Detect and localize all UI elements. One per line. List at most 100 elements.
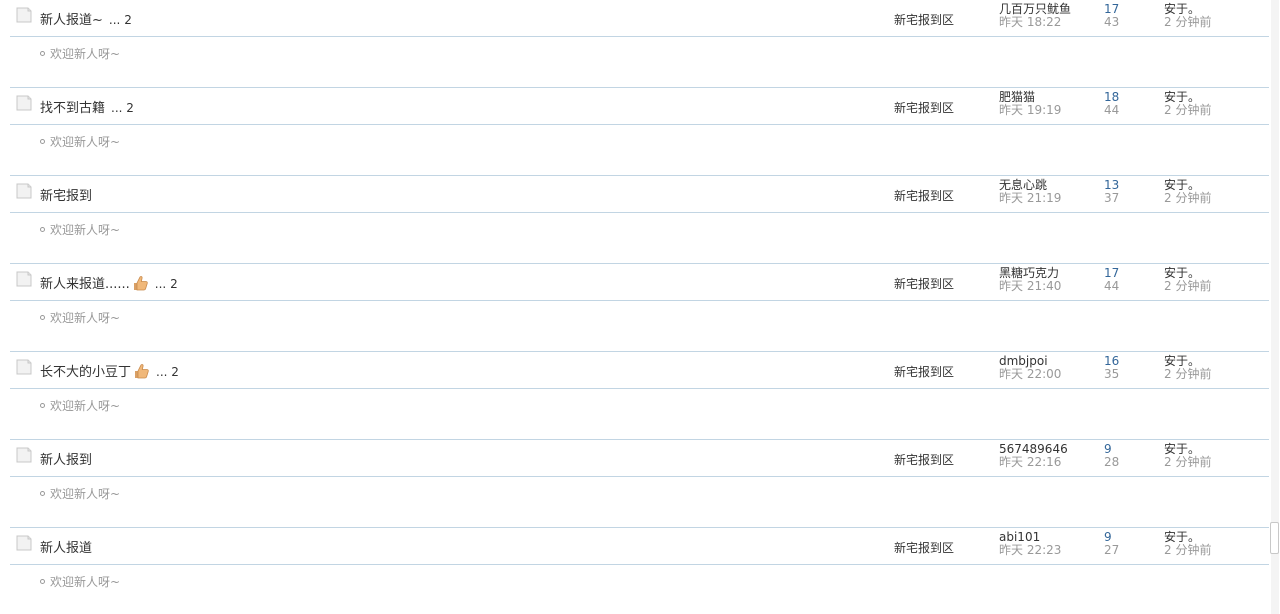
page-link[interactable]: 2	[170, 277, 178, 291]
page-link[interactable]: 2	[124, 13, 132, 27]
author-post-time: 昨天 22:16	[999, 455, 1062, 469]
author-post-time: 昨天 21:19	[999, 191, 1062, 205]
thread-stats: 9 28	[1104, 443, 1144, 469]
folder-icon[interactable]	[16, 271, 32, 287]
thread-item: 新人来报道......... 2 新宅报到区 黑糖巧克力 昨天 21:40 17 44 安于…	[10, 264, 1269, 352]
thread-title-wrap: 新人报到	[40, 449, 92, 468]
thread-row: 长不大的小豆丁... 2 新宅报到区 dmbjpoi 昨天 22:00 16 35 安于。 2…	[10, 352, 1269, 389]
thread-title-link[interactable]: 新人报道~	[40, 13, 103, 28]
thread-last-post: 安于。 2 分钟前	[1164, 355, 1264, 381]
thumbs-up-icon	[131, 274, 149, 292]
last-post-time-link[interactable]: 2 分钟前	[1164, 16, 1264, 29]
reply-preview-text: 欢迎新人呀~	[40, 573, 120, 590]
folder-icon[interactable]	[16, 535, 32, 551]
last-post-time-link[interactable]: 2 分钟前	[1164, 456, 1264, 469]
thread-item: 新人报道 新宅报到区 abi101 昨天 22:23 9 27 安于。 2 分钟前欢迎新人呀~	[10, 528, 1269, 614]
page-link[interactable]: 2	[126, 101, 134, 115]
thread-author: 无息心跳 昨天 21:19	[999, 179, 1099, 205]
pages-ellipsis: ...	[156, 365, 168, 379]
last-post-time-link[interactable]: 2 分钟前	[1164, 104, 1264, 117]
bullet-icon	[40, 579, 45, 584]
page-link[interactable]: 2	[171, 365, 179, 379]
bullet-icon	[40, 227, 45, 232]
author-post-time: 昨天 22:00	[999, 367, 1062, 381]
author-post-time: 昨天 18:22	[999, 15, 1062, 29]
last-post-time-link[interactable]: 2 分钟前	[1164, 192, 1264, 205]
thread-title-wrap: 新人报道	[40, 537, 92, 556]
thread-reply-preview: 欢迎新人呀~	[10, 213, 1269, 264]
bullet-icon	[40, 315, 45, 320]
thread-row: 找不到古籍... 2 新宅报到区 肥猫猫 昨天 19:19 18 44 安于。 2 分钟前	[10, 88, 1269, 125]
thread-title-link[interactable]: 新人来报道......	[40, 277, 130, 292]
thread-forum-link[interactable]: 新宅报到区	[894, 275, 954, 292]
thread-list: 新人报道~... 2 新宅报到区 几百万只鱿鱼 昨天 18:22 17 43 安于。 2 分钟…	[10, 0, 1269, 614]
thread-title-wrap: 找不到古籍... 2	[40, 97, 134, 116]
thread-stats: 9 27	[1104, 531, 1144, 557]
last-post-time-link[interactable]: 2 分钟前	[1164, 280, 1264, 293]
thread-row: 新人报道~... 2 新宅报到区 几百万只鱿鱼 昨天 18:22 17 43 安于。 2 分钟…	[10, 0, 1269, 37]
last-post-time-link[interactable]: 2 分钟前	[1164, 368, 1264, 381]
thread-item: 新人报道~... 2 新宅报到区 几百万只鱿鱼 昨天 18:22 17 43 安于。 2 分钟…	[10, 0, 1269, 88]
author-post-time: 昨天 19:19	[999, 103, 1062, 117]
author-post-time: 昨天 21:40	[999, 279, 1062, 293]
thread-reply-preview: 欢迎新人呀~	[10, 37, 1269, 88]
bullet-icon	[40, 51, 45, 56]
thread-stats: 13 37	[1104, 179, 1144, 205]
thread-stats: 18 44	[1104, 91, 1144, 117]
folder-icon[interactable]	[16, 95, 32, 111]
thread-item: 新人报到 新宅报到区 567489646 昨天 22:16 9 28 安于。 2 分钟前欢迎新…	[10, 440, 1269, 528]
thread-forum-link[interactable]: 新宅报到区	[894, 451, 954, 468]
view-count: 28	[1104, 455, 1120, 469]
reply-preview-label: 欢迎新人呀~	[50, 135, 121, 149]
scrollbar[interactable]	[1270, 0, 1280, 614]
thread-title-link[interactable]: 新人报到	[40, 453, 92, 468]
thread-stats: 17 43	[1104, 3, 1144, 29]
reply-preview-text: 欢迎新人呀~	[40, 133, 120, 150]
thread-reply-preview: 欢迎新人呀~	[10, 477, 1269, 528]
thread-stats: 17 44	[1104, 267, 1144, 293]
thread-title-link[interactable]: 新宅报到	[40, 189, 92, 204]
thread-title-wrap: 新人报道~... 2	[40, 9, 132, 28]
thread-title-link[interactable]: 找不到古籍	[40, 101, 105, 116]
folder-icon[interactable]	[16, 7, 32, 23]
reply-preview-text: 欢迎新人呀~	[40, 45, 120, 62]
thread-forum-link[interactable]: 新宅报到区	[894, 11, 954, 28]
reply-preview-label: 欢迎新人呀~	[50, 223, 121, 237]
thread-row: 新宅报到 新宅报到区 无息心跳 昨天 21:19 13 37 安于。 2 分钟前	[10, 176, 1269, 213]
pages-ellipsis: ...	[108, 13, 121, 27]
thread-title-link[interactable]: 长不大的小豆丁	[40, 365, 131, 380]
view-count: 44	[1104, 279, 1120, 293]
thread-reply-preview: 欢迎新人呀~	[10, 565, 1269, 614]
scrollbar-thumb[interactable]	[1270, 522, 1279, 554]
thread-forum-link[interactable]: 新宅报到区	[894, 539, 954, 556]
reply-preview-label: 欢迎新人呀~	[50, 399, 121, 413]
thread-last-post: 安于。 2 分钟前	[1164, 443, 1264, 469]
folder-icon[interactable]	[16, 359, 32, 375]
thread-author: 567489646 昨天 22:16	[999, 443, 1099, 469]
thread-row: 新人报道 新宅报到区 abi101 昨天 22:23 9 27 安于。 2 分钟前	[10, 528, 1269, 565]
thread-title-wrap: 新人来报道...... ... 2	[40, 273, 178, 292]
thread-item: 找不到古籍... 2 新宅报到区 肥猫猫 昨天 19:19 18 44 安于。 2 分钟前 欢迎…	[10, 88, 1269, 176]
last-post-time-link[interactable]: 2 分钟前	[1164, 544, 1264, 557]
thread-author: abi101 昨天 22:23	[999, 531, 1099, 557]
folder-icon[interactable]	[16, 447, 32, 463]
thread-last-post: 安于。 2 分钟前	[1164, 531, 1264, 557]
thread-title-wrap: 长不大的小豆丁... 2	[40, 361, 179, 380]
thread-stats: 16 35	[1104, 355, 1144, 381]
reply-preview-text: 欢迎新人呀~	[40, 485, 120, 502]
thread-forum-link[interactable]: 新宅报到区	[894, 363, 954, 380]
folder-icon[interactable]	[16, 183, 32, 199]
thread-title-link[interactable]: 新人报道	[40, 541, 92, 556]
thread-reply-preview: 欢迎新人呀~	[10, 125, 1269, 176]
thread-forum-link[interactable]: 新宅报到区	[894, 187, 954, 204]
thread-item: 新宅报到 新宅报到区 无息心跳 昨天 21:19 13 37 安于。 2 分钟前 欢迎新人呀~	[10, 176, 1269, 264]
thread-author: 几百万只鱿鱼 昨天 18:22	[999, 3, 1099, 29]
thread-forum-link[interactable]: 新宅报到区	[894, 99, 954, 116]
thread-pages: ... 2	[155, 277, 178, 291]
thread-last-post: 安于。 2 分钟前	[1164, 267, 1264, 293]
bullet-icon	[40, 403, 45, 408]
forum-thread-list-page: 新人报道~... 2 新宅报到区 几百万只鱿鱼 昨天 18:22 17 43 安于。 2 分钟…	[0, 0, 1280, 614]
reply-preview-text: 欢迎新人呀~	[40, 309, 120, 326]
thread-author: dmbjpoi 昨天 22:00	[999, 355, 1099, 381]
view-count: 37	[1104, 191, 1120, 205]
